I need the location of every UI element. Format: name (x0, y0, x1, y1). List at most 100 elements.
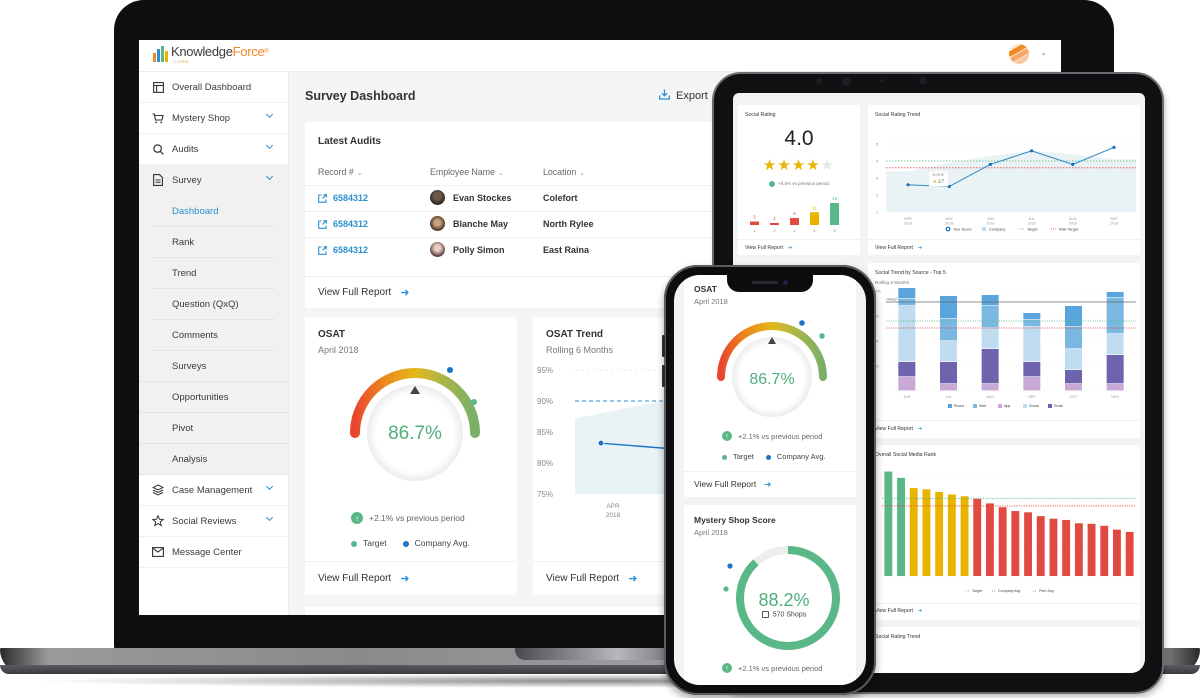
view-full-report-link[interactable]: View Full Report ➜ (694, 479, 771, 490)
record-link[interactable]: 6584312 (318, 193, 368, 203)
x-tick-label: MAY (945, 217, 953, 221)
column-label: Record # (318, 167, 354, 177)
download-icon (659, 89, 670, 103)
card-subtitle: April 2018 (694, 297, 728, 306)
submenu-item-comments[interactable]: Comments (139, 320, 288, 351)
submenu-item-opportunities[interactable]: Opportunities (139, 382, 288, 413)
legend-label: Email (1054, 404, 1063, 408)
social-trend-source-chart: 100%75%50%25%0JUNJULAUGSEPOCTNOVTARGETPh… (871, 288, 1136, 408)
sidebar-item-case-management[interactable]: Case Management (139, 475, 288, 506)
x-tick-label: APR (904, 217, 912, 221)
star-filled-icon: ★ (806, 157, 821, 174)
arrow-right-icon: ➜ (917, 245, 923, 251)
target-label: TARGET (886, 298, 898, 302)
laptop-hinge-notch (515, 648, 685, 660)
x-tick-label: AUG (1069, 217, 1077, 221)
link-label: View Full Report (546, 573, 620, 584)
record-link[interactable]: 6584312 (318, 219, 368, 229)
view-full-report-link[interactable]: View Full Report ➜ (305, 276, 725, 308)
card-title: Overall Social Media Rank (875, 452, 937, 458)
submenu-item-dashboard[interactable]: Dashboard (139, 196, 288, 227)
record-link[interactable]: 6584312 (318, 245, 368, 255)
sidebar-item-overall-dashboard[interactable]: Overall Dashboard (139, 72, 288, 103)
employee-name: Evan Stockes (453, 192, 512, 203)
chevron-down-icon[interactable] (265, 482, 274, 491)
sidebar: Overall Dashboard Mystery Shop Audits Su… (139, 72, 289, 615)
avatar (430, 216, 445, 231)
submenu-item-surveys[interactable]: Surveys (139, 351, 288, 382)
phone-camera-icon (783, 280, 788, 285)
divider (868, 239, 1140, 240)
view-full-report-link[interactable]: View Full Report ➜ (305, 561, 517, 595)
tooltip-star-icon: ★ (932, 179, 937, 185)
y-tick-label: 80% (537, 459, 553, 468)
x-tick-label: JUL (1028, 217, 1034, 221)
y-tick-label: 4 (876, 159, 879, 164)
column-header-location[interactable]: Location ⌄ (543, 167, 585, 177)
x-tick-label: 1 (753, 228, 756, 233)
sidebar-item-survey[interactable]: Survey (139, 165, 288, 196)
chevron-down-icon[interactable] (265, 110, 274, 119)
chevron-down-icon[interactable] (265, 172, 274, 181)
data-point (1030, 149, 1034, 153)
sidebar-item-message-center[interactable]: Message Center (139, 537, 288, 568)
view-full-report-link[interactable]: View Full Report ➜ (875, 608, 922, 614)
link-label: View Full Report (318, 573, 392, 584)
arrow-up-icon: ↑ (722, 663, 732, 673)
star-filled-icon: ★ (762, 157, 778, 174)
link-label: View Full Report (745, 245, 783, 251)
x-tick-label: NOV (1111, 395, 1119, 399)
sidebar-item-audits[interactable]: Audits (139, 134, 288, 165)
card-title: OSAT (318, 329, 346, 340)
chevron-down-icon[interactable] (265, 513, 274, 522)
submenu-item-question-qxq[interactable]: Question (QxQ) (139, 289, 288, 320)
legend-swatch-icon (973, 404, 977, 408)
rating-bar (790, 218, 799, 225)
gauge-value: 86.7% (388, 423, 442, 444)
stacked-bar-segment (1106, 292, 1124, 298)
delta-indicator: ↑ +2.1% vs previous period (351, 512, 465, 524)
brand-logo[interactable]: KnowledgeForce® CORE (153, 44, 269, 64)
legend-label: Target (1027, 228, 1038, 232)
sidebar-item-social-reviews[interactable]: Social Reviews (139, 506, 288, 537)
legend-company-avg: Company Avg. (402, 538, 470, 548)
column-header-record[interactable]: Record # ⌄ (318, 167, 363, 177)
delta-text: +2.1% vs previous period (738, 431, 823, 441)
sidebar-item-label: Overall Dashboard (172, 81, 252, 93)
sidebar-item-label: Audits (172, 143, 199, 155)
stacked-bar-segment (1106, 355, 1124, 384)
record-number: 6584312 (333, 219, 369, 229)
delta-indicator: ↑ +2.1% vs previous period (722, 431, 822, 441)
sidebar-item-mystery-shop[interactable]: Mystery Shop (139, 103, 288, 134)
link-label: View Full Report (694, 479, 757, 489)
employee-name: Polly Simon (453, 244, 505, 255)
submenu-item-analysis[interactable]: Analysis (139, 444, 288, 475)
tablet-camera-icon (842, 77, 851, 86)
export-button[interactable]: Export (659, 89, 708, 103)
gauge-legend: Target Company Avg. (351, 538, 470, 548)
layers-icon (152, 484, 164, 496)
view-full-report-link[interactable]: View Full Report ➜ (745, 245, 792, 251)
rank-bar (1100, 525, 1109, 576)
rank-bar (897, 477, 905, 576)
submenu-item-pivot[interactable]: Pivot (139, 413, 288, 444)
gauge-value: 86.7% (749, 371, 794, 388)
legend-label: Social (1029, 404, 1039, 408)
arrow-up-icon: ↑ (722, 431, 732, 441)
view-full-report-link[interactable]: View Full Report ➜ (875, 245, 922, 251)
view-full-report-link[interactable]: View Full Report ➜ (875, 426, 922, 432)
chevron-down-icon[interactable] (265, 141, 274, 150)
arrow-up-icon: ↑ (351, 512, 363, 524)
submenu-item-rank[interactable]: Rank (139, 227, 288, 258)
submenu-item-trend[interactable]: Trend (139, 258, 288, 289)
user-menu-chevron-icon[interactable]: ⌄ (1040, 48, 1047, 57)
stacked-bar-segment (940, 384, 957, 391)
legend-label: Target (972, 589, 982, 593)
brand-name: KnowledgeForce® (171, 44, 269, 59)
rank-bar (986, 503, 994, 576)
user-avatar[interactable] (1005, 40, 1033, 68)
employee-name: Blanche May (453, 218, 509, 229)
stacked-bar-segment (1023, 362, 1041, 377)
column-header-employee-name[interactable]: Employee Name ⌄ (430, 167, 504, 177)
avatar (430, 242, 445, 257)
